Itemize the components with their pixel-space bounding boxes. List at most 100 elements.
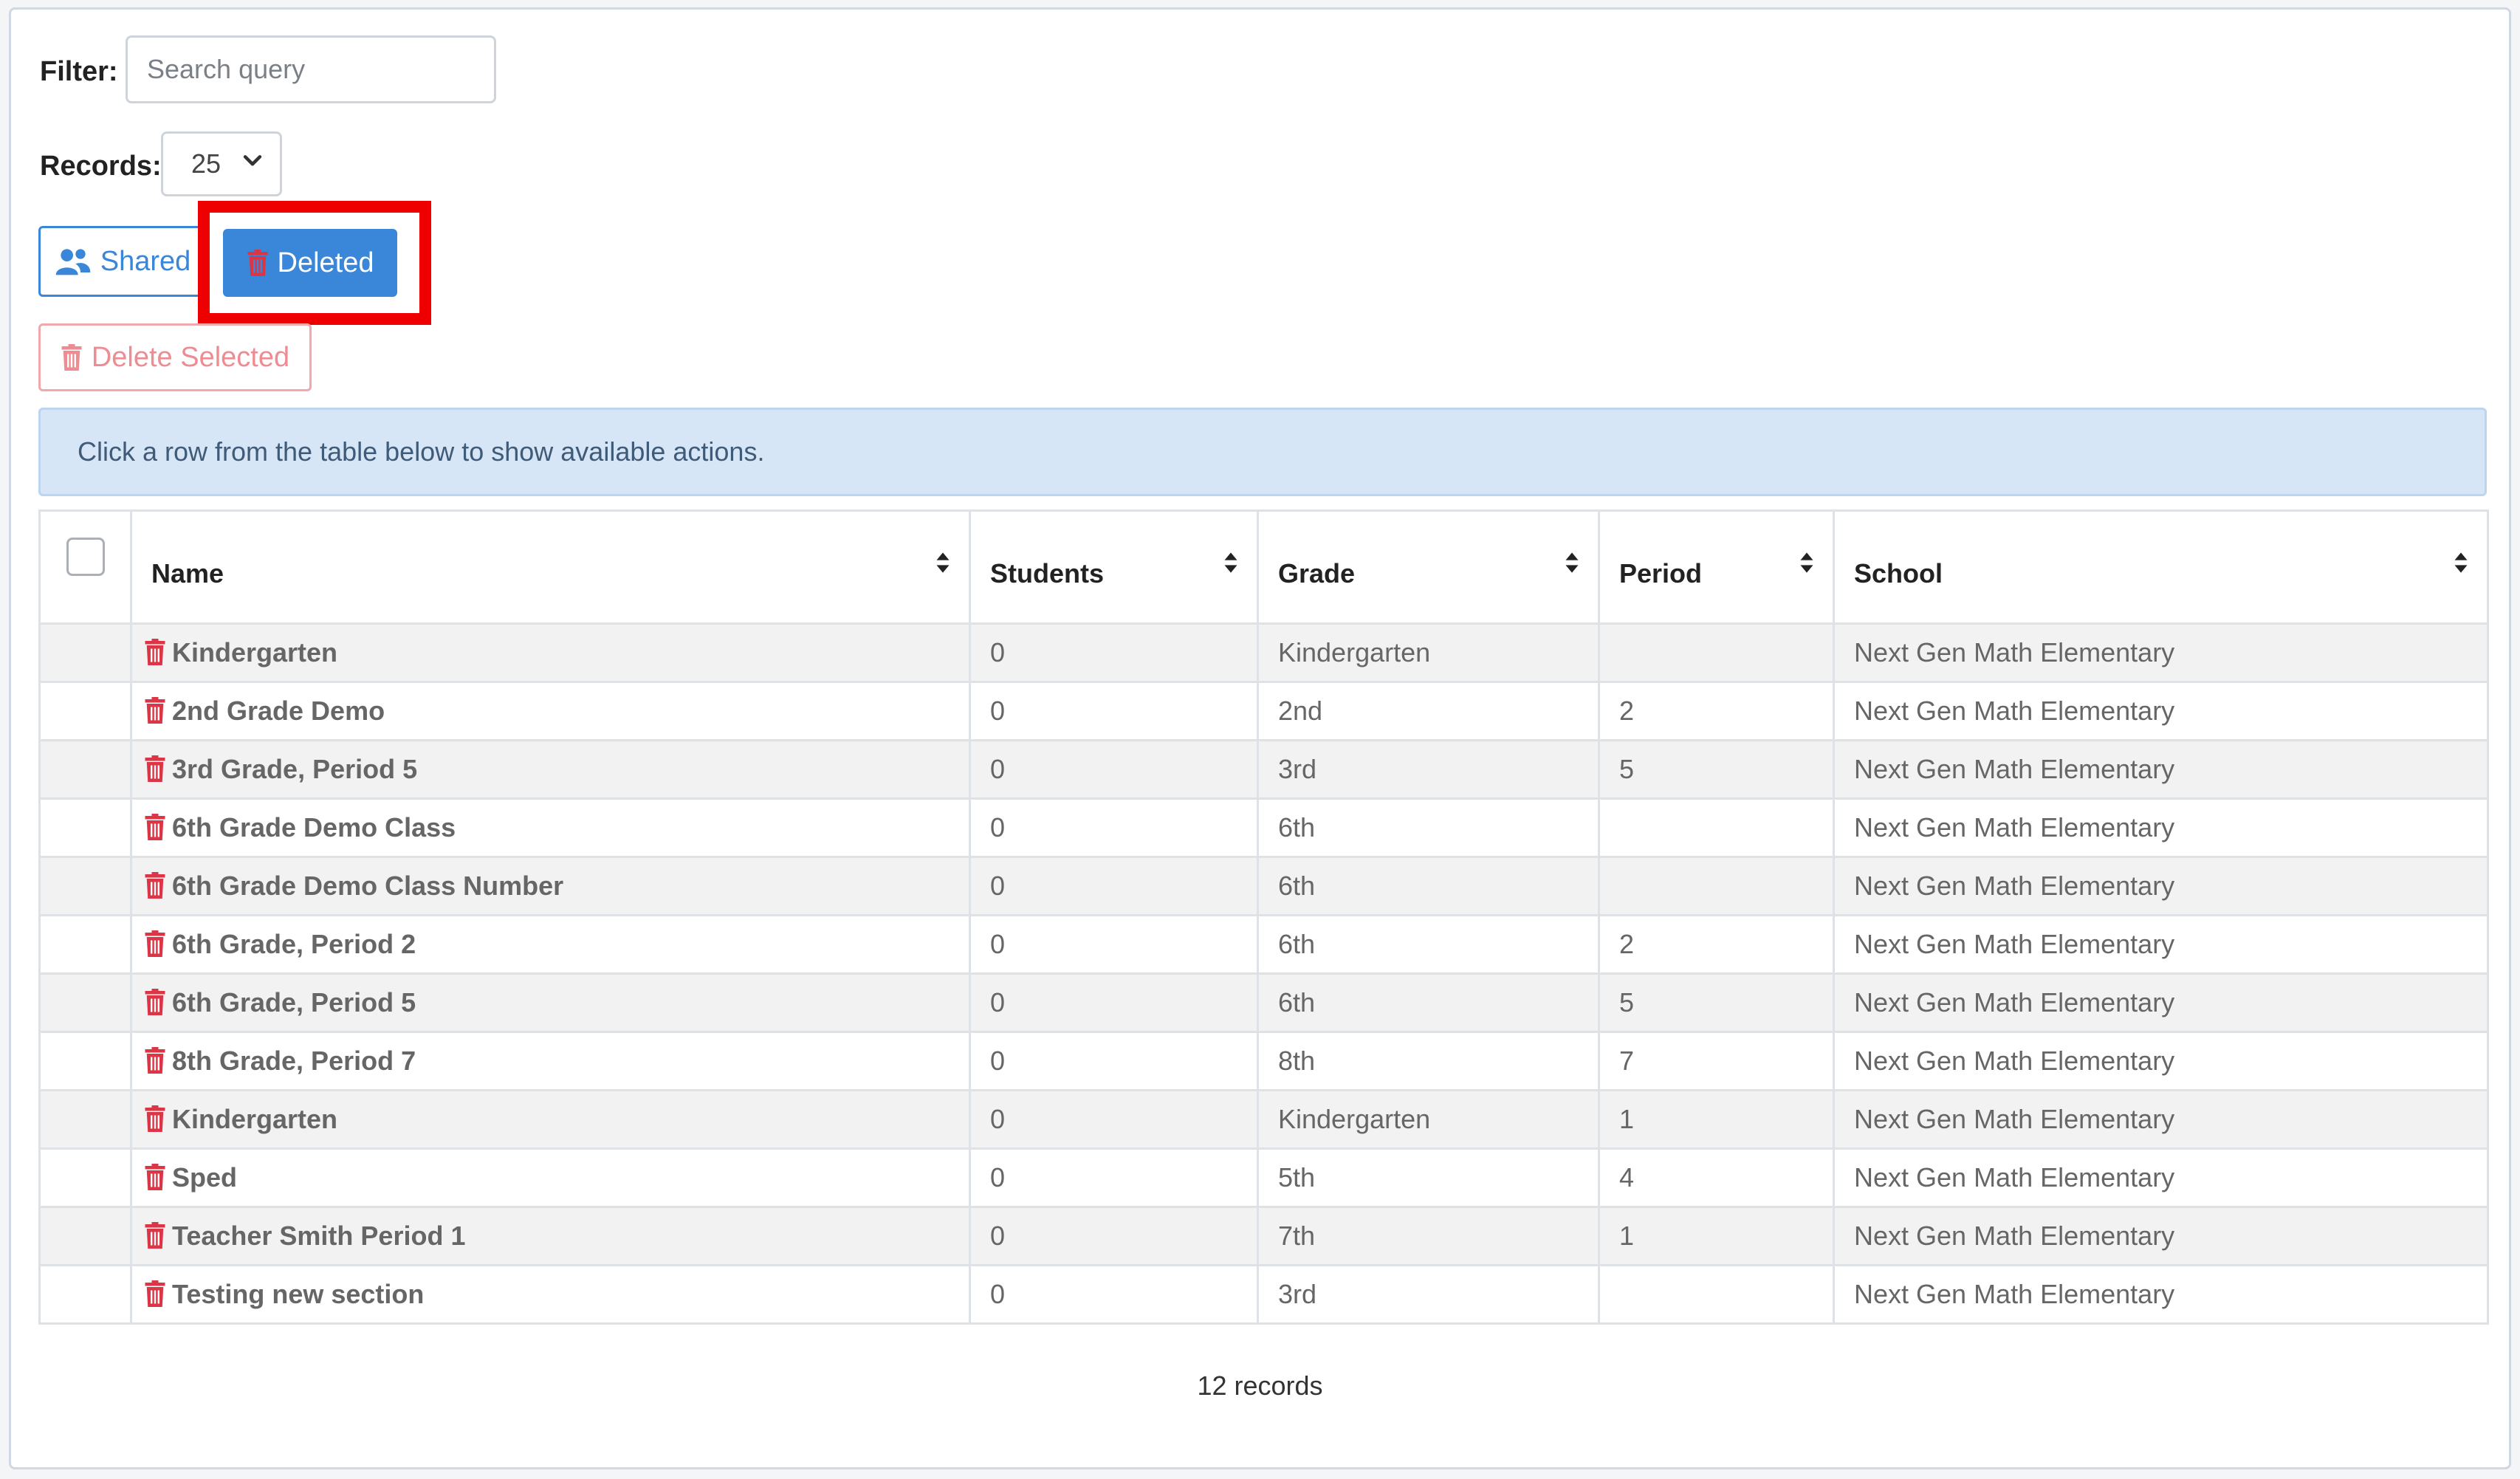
students-cell: 0 bbox=[969, 1089, 1259, 1150]
trash-icon bbox=[145, 814, 165, 840]
grade-cell: 8th bbox=[1257, 1031, 1600, 1091]
records-select-value: 25 bbox=[191, 148, 222, 179]
grade-cell: 2nd bbox=[1257, 681, 1600, 741]
school-cell: Next Gen Math Elementary bbox=[1833, 856, 2489, 916]
name-cell[interactable]: Testing new section bbox=[130, 1264, 971, 1325]
name-cell[interactable]: 6th Grade, Period 2 bbox=[130, 914, 971, 975]
name-header[interactable]: Name bbox=[130, 509, 971, 625]
school-cell: Next Gen Math Elementary bbox=[1833, 1031, 2489, 1091]
grade-cell: 6th bbox=[1257, 797, 1600, 858]
row-select-cell[interactable] bbox=[38, 1031, 132, 1091]
section-name: 6th Grade, Period 2 bbox=[172, 929, 416, 959]
section-name: 6th Grade, Period 5 bbox=[172, 987, 416, 1018]
table-row[interactable]: Teacher Smith Period 1 0 7th 1 Next Gen Math… bbox=[38, 1206, 2489, 1266]
delete-selected-button[interactable]: Delete Selected bbox=[38, 323, 312, 391]
section-name: 6th Grade Demo Class bbox=[172, 812, 456, 843]
name-cell[interactable]: 2nd Grade Demo bbox=[130, 681, 971, 741]
section-name: Testing new section bbox=[172, 1279, 425, 1309]
period-cell: 1 bbox=[1598, 1206, 1835, 1266]
trash-icon bbox=[145, 930, 165, 957]
grade-cell: 6th bbox=[1257, 972, 1600, 1033]
row-select-cell[interactable] bbox=[38, 739, 132, 800]
search-input[interactable] bbox=[126, 35, 496, 103]
sort-icon[interactable] bbox=[1797, 550, 1816, 575]
name-cell[interactable]: Kindergarten bbox=[130, 622, 971, 683]
records-select[interactable]: 25 bbox=[161, 131, 282, 196]
period-cell: 5 bbox=[1598, 972, 1835, 1033]
row-select-cell[interactable] bbox=[38, 797, 132, 858]
sort-icon[interactable] bbox=[933, 550, 952, 575]
table-row[interactable]: Kindergarten 0 Kindergarten Next Gen Math E… bbox=[38, 622, 2489, 683]
trash-icon bbox=[145, 872, 165, 899]
select-all-checkbox[interactable] bbox=[66, 538, 105, 576]
section-name: Kindergarten bbox=[172, 637, 338, 668]
sort-icon[interactable] bbox=[1221, 550, 1240, 575]
table-row[interactable]: Testing new section 0 3rd Next Gen Math Ele… bbox=[38, 1264, 2489, 1325]
name-cell[interactable]: 6th Grade, Period 5 bbox=[130, 972, 971, 1033]
name-header-label: Name bbox=[151, 558, 224, 588]
row-select-cell[interactable] bbox=[38, 622, 132, 683]
row-select-cell[interactable] bbox=[38, 1089, 132, 1150]
school-header[interactable]: School bbox=[1833, 509, 2489, 625]
row-select-cell[interactable] bbox=[38, 1147, 132, 1208]
trash-icon bbox=[145, 1105, 165, 1132]
table-row[interactable]: 2nd Grade Demo 0 2nd 2 Next Gen Math Element… bbox=[38, 681, 2489, 741]
students-header[interactable]: Students bbox=[969, 509, 1259, 625]
sort-icon[interactable] bbox=[1562, 550, 1582, 575]
name-cell[interactable]: 6th Grade Demo Class bbox=[130, 797, 971, 858]
shared-button[interactable]: Shared bbox=[38, 226, 207, 297]
trash-icon bbox=[145, 1047, 165, 1074]
table-row[interactable]: Sped 0 5th 4 Next Gen Math Elementary bbox=[38, 1147, 2489, 1208]
table-row[interactable]: 6th Grade, Period 2 0 6th 2 Next Gen Math El… bbox=[38, 914, 2489, 975]
students-cell: 0 bbox=[969, 739, 1259, 800]
students-cell: 0 bbox=[969, 1147, 1259, 1208]
school-cell: Next Gen Math Elementary bbox=[1833, 797, 2489, 858]
select-all-header bbox=[38, 509, 132, 625]
table-header-row: Name Students Grade Period School bbox=[38, 509, 2489, 625]
period-header[interactable]: Period bbox=[1598, 509, 1835, 625]
section-name: Teacher Smith Period 1 bbox=[172, 1221, 466, 1251]
table-row[interactable]: 8th Grade, Period 7 0 8th 7 Next Gen Math El… bbox=[38, 1031, 2489, 1091]
school-cell: Next Gen Math Elementary bbox=[1833, 914, 2489, 975]
trash-icon bbox=[145, 989, 165, 1015]
period-cell: 2 bbox=[1598, 681, 1835, 741]
trash-icon bbox=[145, 755, 165, 782]
row-select-cell[interactable] bbox=[38, 1264, 132, 1325]
table-row[interactable]: 6th Grade Demo Class 0 6th Next Gen Math El… bbox=[38, 797, 2489, 858]
name-cell[interactable]: Sped bbox=[130, 1147, 971, 1208]
students-header-label: Students bbox=[990, 558, 1105, 588]
table-row[interactable]: 6th Grade, Period 5 0 6th 5 Next Gen Math El… bbox=[38, 972, 2489, 1033]
shared-button-label: Shared bbox=[100, 245, 191, 277]
table-row[interactable]: 3rd Grade, Period 5 0 3rd 5 Next Gen Math El… bbox=[38, 739, 2489, 800]
name-cell[interactable]: Kindergarten bbox=[130, 1089, 971, 1150]
school-header-label: School bbox=[1854, 558, 1943, 588]
grade-cell: 5th bbox=[1257, 1147, 1600, 1208]
section-name: 3rd Grade, Period 5 bbox=[172, 754, 418, 784]
school-cell: Next Gen Math Elementary bbox=[1833, 1206, 2489, 1266]
table-row[interactable]: 6th Grade Demo Class Number 0 6th Next Gen … bbox=[38, 856, 2489, 916]
name-cell[interactable]: 8th Grade, Period 7 bbox=[130, 1031, 971, 1091]
name-cell[interactable]: 6th Grade Demo Class Number bbox=[130, 856, 971, 916]
row-select-cell[interactable] bbox=[38, 914, 132, 975]
period-cell bbox=[1598, 1264, 1835, 1325]
row-select-cell[interactable] bbox=[38, 681, 132, 741]
table-row[interactable]: Kindergarten 0 Kindergarten 1 Next Gen Math … bbox=[38, 1089, 2489, 1150]
section-name: 8th Grade, Period 7 bbox=[172, 1046, 416, 1076]
grade-header[interactable]: Grade bbox=[1257, 509, 1600, 625]
grade-cell: 3rd bbox=[1257, 739, 1600, 800]
row-select-cell[interactable] bbox=[38, 972, 132, 1033]
record-count: 12 records bbox=[1197, 1370, 1323, 1401]
period-cell bbox=[1598, 622, 1835, 683]
grade-cell: Kindergarten bbox=[1257, 1089, 1600, 1150]
period-cell: 1 bbox=[1598, 1089, 1835, 1150]
trash-icon bbox=[145, 639, 165, 665]
sort-icon[interactable] bbox=[2451, 550, 2471, 575]
name-cell[interactable]: 3rd Grade, Period 5 bbox=[130, 739, 971, 800]
row-select-cell[interactable] bbox=[38, 856, 132, 916]
row-select-cell[interactable] bbox=[38, 1206, 132, 1266]
school-cell: Next Gen Math Elementary bbox=[1833, 681, 2489, 741]
grade-cell: Kindergarten bbox=[1257, 622, 1600, 683]
students-cell: 0 bbox=[969, 1031, 1259, 1091]
students-cell: 0 bbox=[969, 622, 1259, 683]
name-cell[interactable]: Teacher Smith Period 1 bbox=[130, 1206, 971, 1266]
